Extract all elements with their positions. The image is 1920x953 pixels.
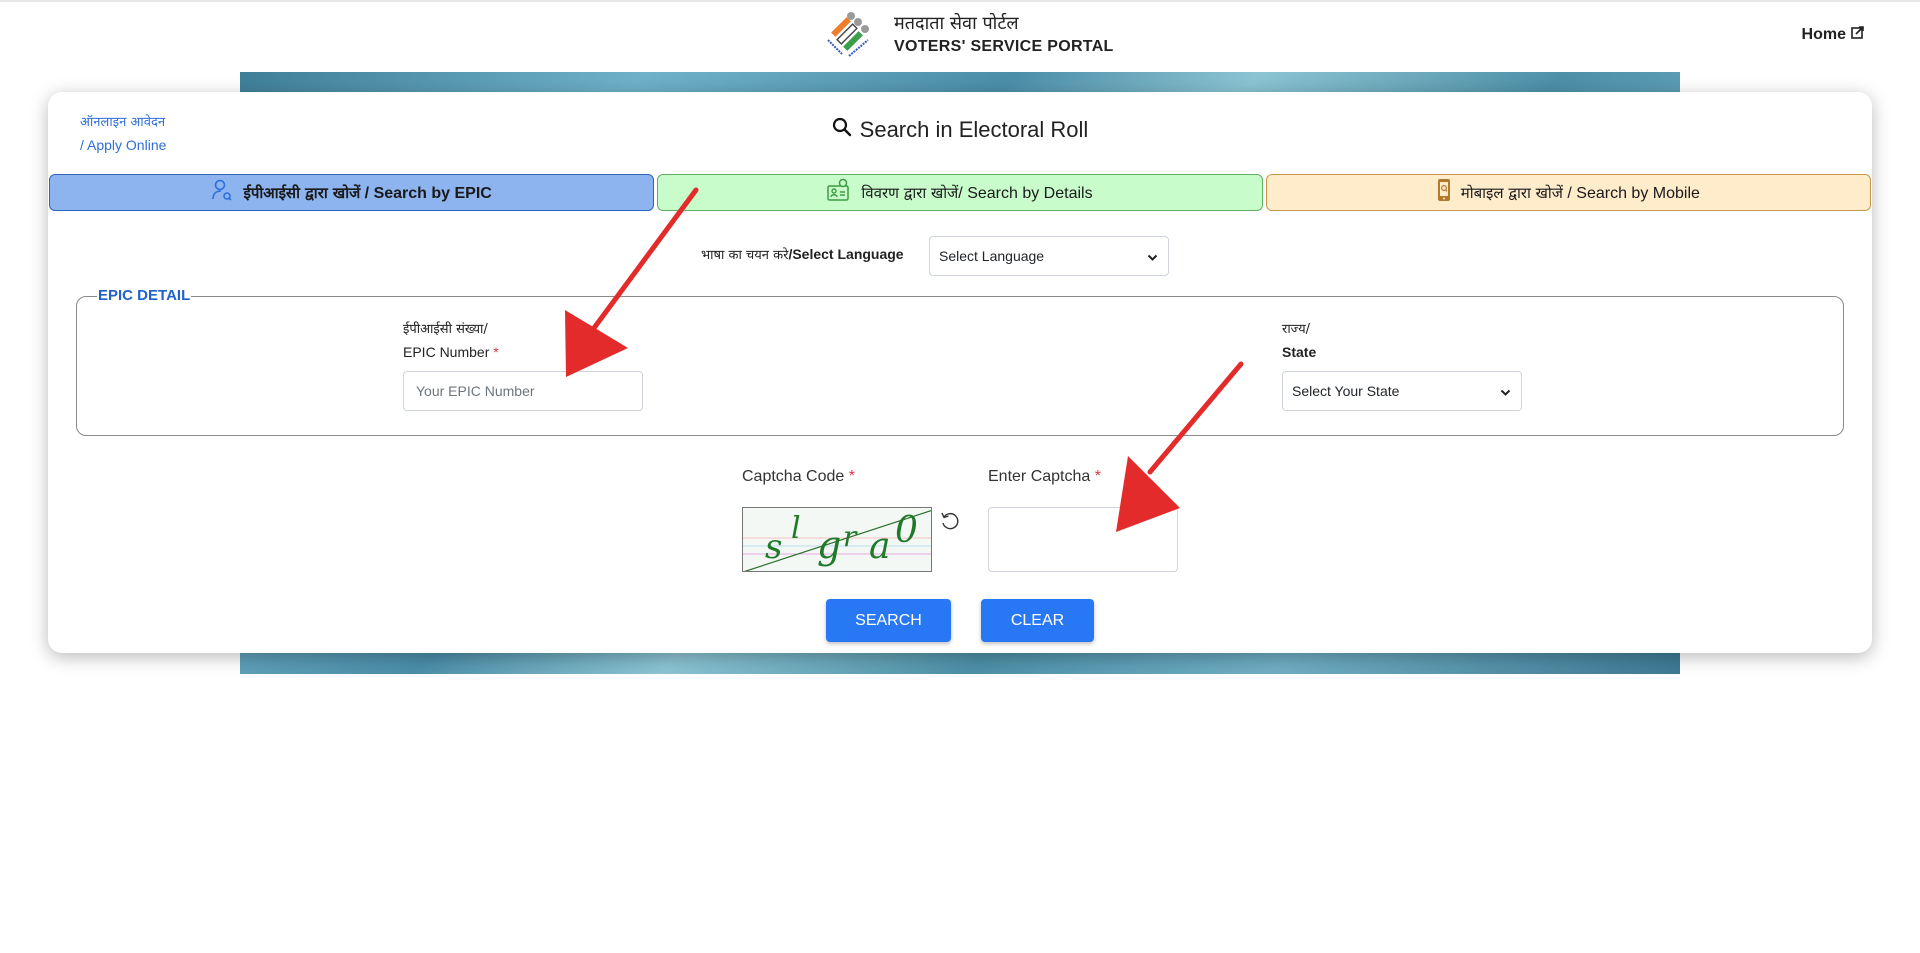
search-card: ऑनलाइन आवेदन / Apply Online Search in El… [48, 92, 1872, 653]
page-title-text: Search in Electoral Roll [859, 117, 1089, 142]
tab-mobile-english: / Search by Mobile [1562, 184, 1700, 202]
mobile-search-icon [1437, 178, 1451, 207]
language-select-value: Select Language [939, 248, 1045, 264]
captcha-char: g [817, 523, 841, 567]
search-icon [832, 117, 852, 143]
language-select[interactable]: Select Language [929, 236, 1169, 276]
home-label: Home [1801, 26, 1846, 43]
captcha-code-label: Captcha Code * [742, 468, 855, 485]
epic-number-input[interactable]: Your EPIC Number [403, 371, 643, 411]
home-link[interactable]: Home [1802, 26, 1864, 44]
page-title: Search in Electoral Roll [48, 117, 1872, 143]
search-button[interactable]: SEARCH [826, 599, 951, 642]
epic-detail-fieldset: EPIC DETAIL ईपीआईसी संख्या/ EPIC Number … [76, 287, 1844, 436]
tab-epic-english: / Search by EPIC [360, 184, 492, 202]
state-label: राज्य/ State [1282, 322, 1317, 360]
language-label: भाषा का चयन करे/Select Language [701, 246, 904, 263]
tab-search-by-epic[interactable]: ईपीआईसी द्वारा खोजें / Search by EPIC [49, 174, 655, 211]
search-tabs: ईपीआईसी द्वारा खोजें / Search by EPIC वि… [49, 174, 1871, 211]
state-select[interactable]: Select Your State [1282, 371, 1522, 411]
tab-details-english: / Search by Details [958, 184, 1093, 202]
tab-epic-hindi: ईपीआईसी द्वारा खोजें [243, 183, 361, 202]
tab-mobile-hindi: मोबाइल द्वारा खोजें [1460, 183, 1563, 202]
brand-english: VOTERS' SERVICE PORTAL [894, 38, 1114, 55]
brand-hindi: मतदाता सेवा पोर्टल [894, 13, 1019, 34]
enter-captcha-label: Enter Captcha * [988, 468, 1101, 485]
epic-number-label: ईपीआईसी संख्या/ EPIC Number * [403, 322, 499, 360]
required-mark: * [493, 344, 499, 360]
state-select-value: Select Your State [1292, 383, 1400, 399]
external-link-icon [1851, 26, 1864, 44]
user-search-icon [211, 179, 233, 206]
tab-search-by-mobile[interactable]: मोबाइल द्वारा खोजें / Search by Mobile [1265, 174, 1871, 211]
captcha-char: s [765, 527, 782, 567]
chevron-down-icon [1500, 385, 1511, 401]
captcha-image: slgra0 [742, 507, 932, 572]
captcha-char: l [791, 511, 801, 546]
refresh-icon[interactable] [939, 510, 961, 537]
tab-search-by-details[interactable]: विवरण द्वारा खोजें/ Search by Details [657, 174, 1263, 211]
id-card-search-icon [827, 178, 851, 207]
clear-button[interactable]: CLEAR [981, 599, 1094, 642]
captcha-char: a [869, 526, 890, 567]
chevron-down-icon [1147, 250, 1158, 266]
epic-number-placeholder: Your EPIC Number [416, 383, 535, 399]
captcha-input[interactable] [988, 507, 1178, 572]
site-header: मतदाता सेवा पोर्टल VOTERS' SERVICE PORTA… [0, 0, 1920, 72]
brand[interactable]: मतदाता सेवा पोर्टल VOTERS' SERVICE PORTA… [822, 10, 1114, 60]
eci-ballot-logo-icon [822, 10, 874, 60]
tab-details-hindi: विवरण द्वारा खोजें [861, 183, 959, 202]
fieldset-legend: EPIC DETAIL [97, 287, 192, 305]
